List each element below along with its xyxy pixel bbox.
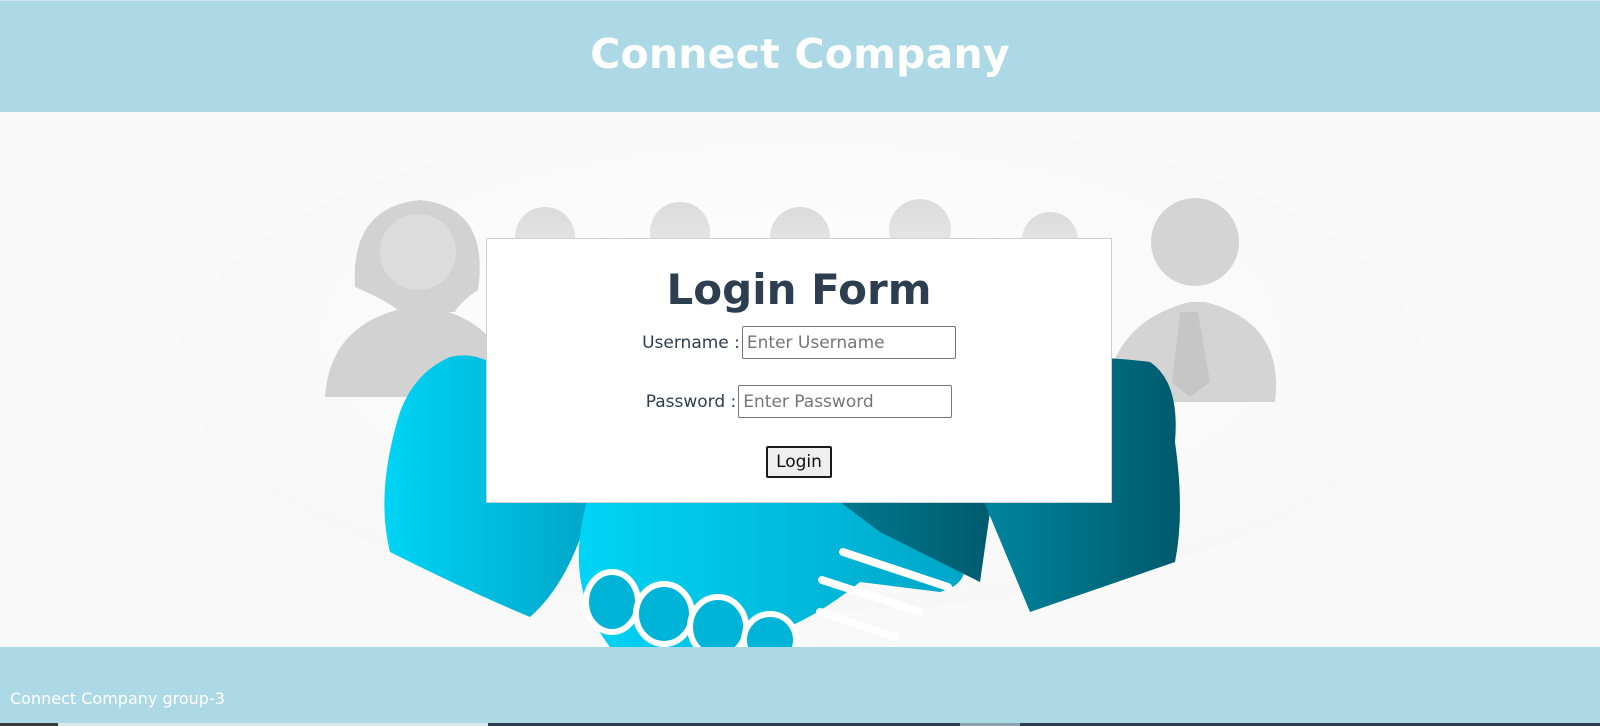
login-page: Connect Company Login Form Username: En… — [0, 0, 1600, 726]
login-form-title: Login Form — [666, 265, 932, 314]
submit-row: Login — [487, 446, 1111, 478]
site-title: Connect Company — [590, 29, 1010, 78]
login-button[interactable]: Login — [766, 446, 832, 478]
site-header: Connect Company — [0, 0, 1600, 112]
password-input[interactable] — [738, 385, 953, 418]
username-input[interactable] — [741, 326, 956, 359]
password-label: Password : — [645, 391, 737, 412]
username-row: Username : — [487, 326, 1111, 359]
footer-text: Connect Company group-3 — [10, 689, 225, 708]
password-row: Password : — [487, 385, 1111, 418]
login-form: Login Form Username : Password : Login — [486, 238, 1112, 503]
site-footer: Connect Company group-3 — [0, 647, 1600, 726]
username-label: Username : — [642, 332, 740, 353]
